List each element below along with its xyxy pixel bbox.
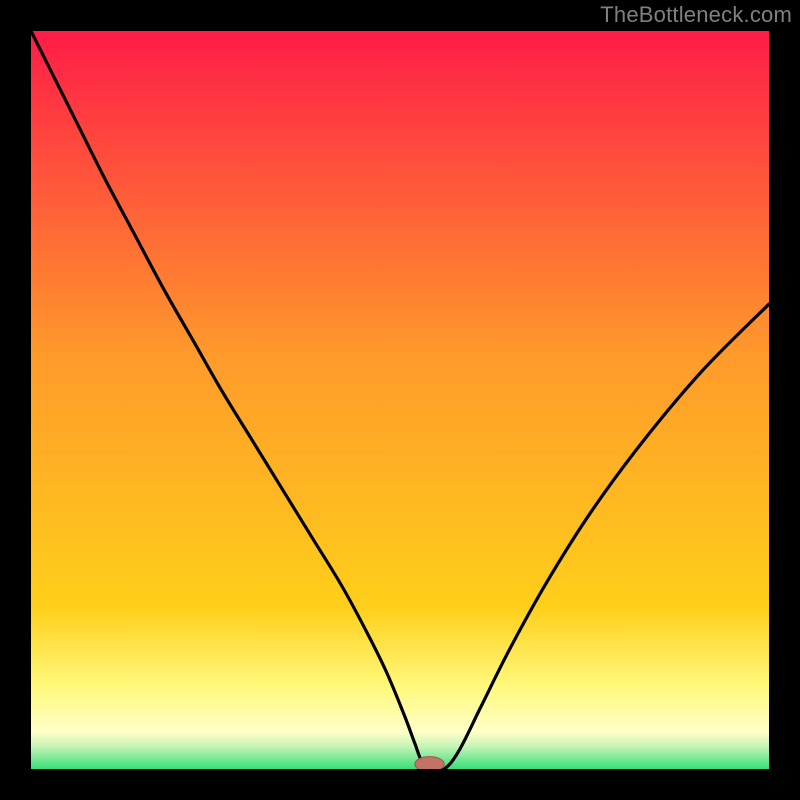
watermark-text: TheBottleneck.com: [600, 2, 792, 28]
optimal-marker: [415, 757, 445, 769]
plot-area: [31, 31, 769, 769]
plot-svg: [31, 31, 769, 769]
chart-frame: TheBottleneck.com: [0, 0, 800, 800]
gradient-background: [31, 31, 769, 769]
